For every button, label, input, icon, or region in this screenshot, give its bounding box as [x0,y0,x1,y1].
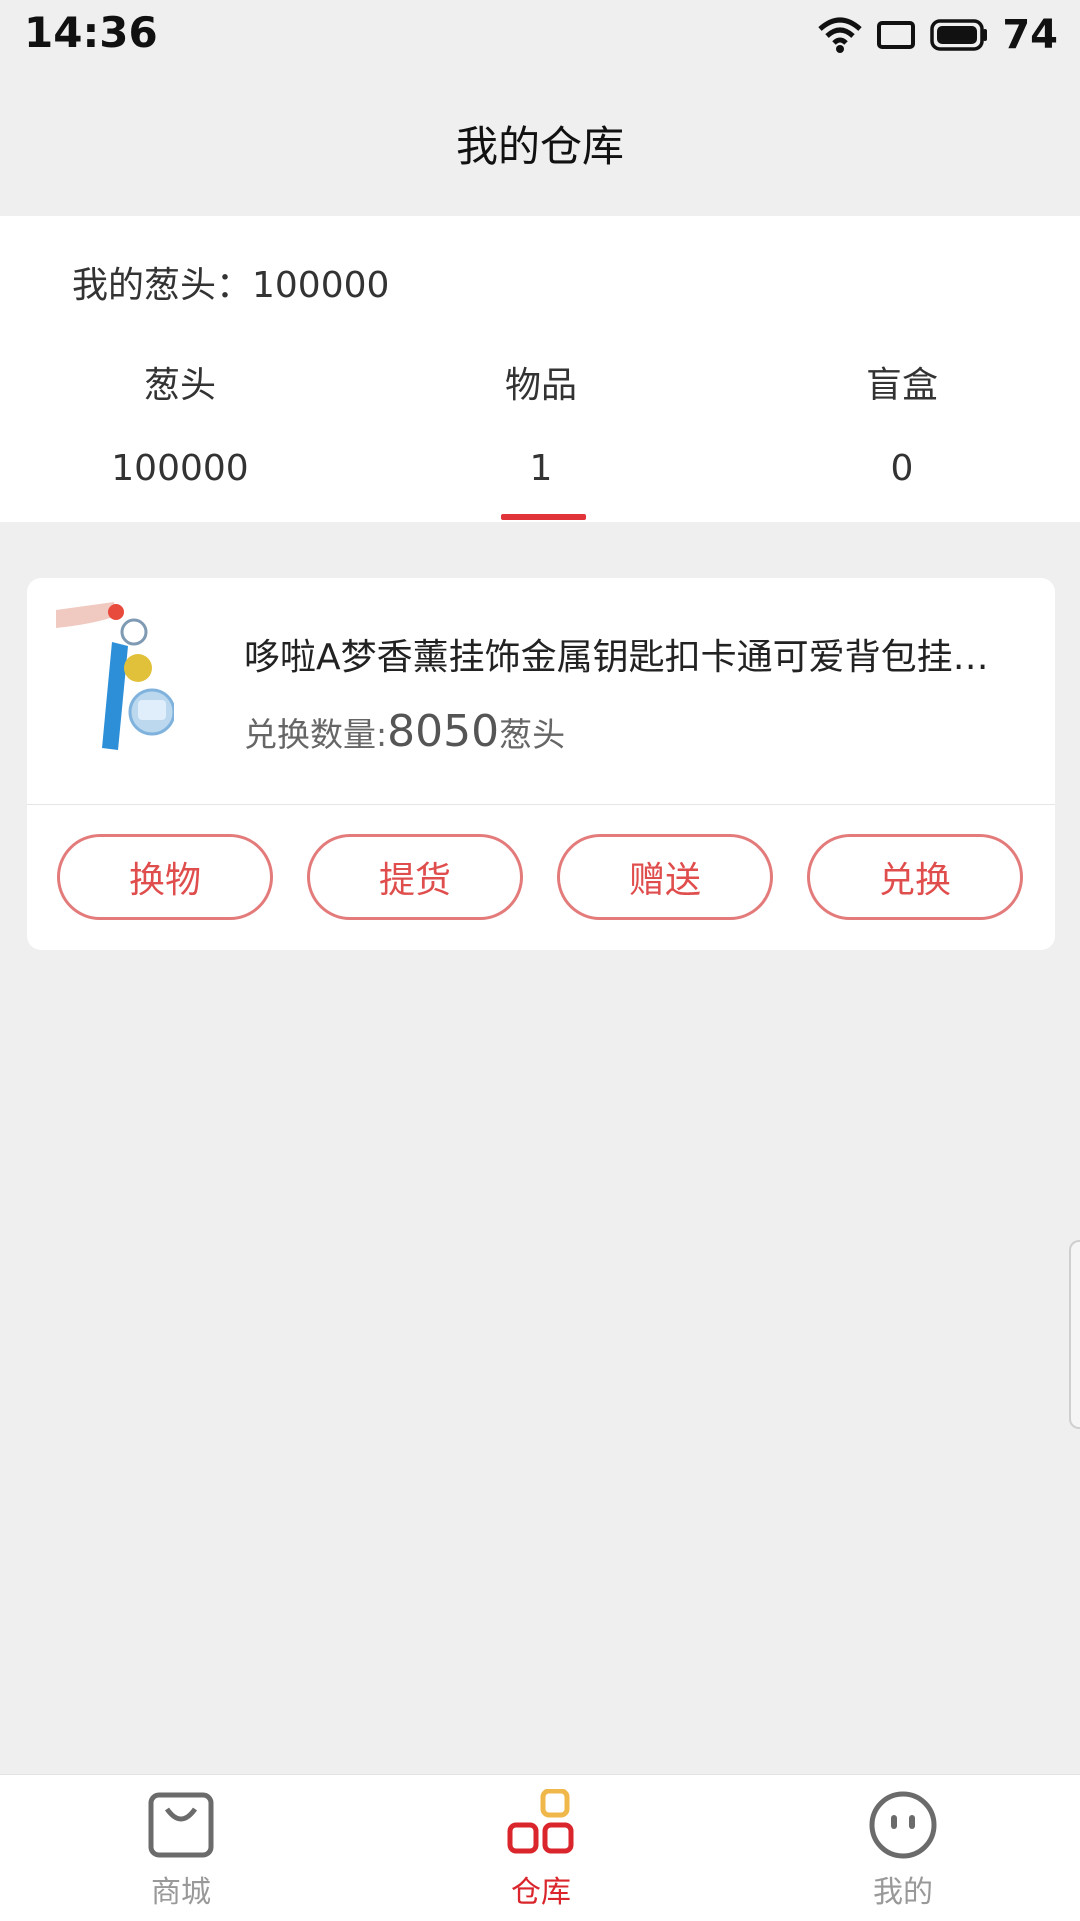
status-icons: 74 [818,10,1058,60]
screen-rotate-icon [877,21,916,49]
pickup-button[interactable]: 提货 [307,834,523,920]
item-card: 哆啦A梦香薰挂饰金属钥匙扣卡通可爱背包挂… 兑换数量:8050葱头 换物 提货 … [27,578,1055,950]
exchange-amount: 兑换数量:8050葱头 [244,706,565,757]
divider [27,804,1055,805]
tab-cong-tou[interactable]: 葱头 100000 [30,356,330,489]
page-title: 我的仓库 [455,121,624,171]
status-time: 14:36 [24,8,158,57]
wifi-icon [818,17,862,53]
action-buttons: 换物 提货 赠送 兑换 [57,834,1027,926]
status-bar: 14:36 74 [0,0,1080,70]
stat-label: 盲盒 [865,365,938,406]
stat-value: 0 [890,448,914,489]
tab-label: 商城 [151,1875,211,1910]
tab-mine[interactable]: 我的 [803,1775,1003,1921]
exchange-prefix: 兑换数量: [244,715,388,754]
tab-label: 仓库 [511,1875,571,1910]
exchange-unit: 葱头 [499,715,566,754]
bottom-tab-bar: 商城 仓库 我的 [0,1774,1080,1921]
stat-value: 100000 [111,448,249,489]
header: 我的仓库 [0,70,1080,216]
summary-panel: 我的葱头：100000 葱头 100000 物品 1 盲盒 0 [0,216,1080,522]
warehouse-blocks-icon [507,1789,574,1854]
tab-mall[interactable]: 商城 [81,1775,281,1921]
swap-button[interactable]: 换物 [57,834,273,920]
exchange-number: 8050 [387,706,500,757]
stat-label: 物品 [504,365,577,406]
tab-warehouse[interactable]: 仓库 [441,1775,641,1921]
battery-percent: 74 [1002,12,1058,58]
redeem-button[interactable]: 兑换 [807,834,1023,920]
product-image[interactable] [54,602,174,752]
active-tab-indicator [501,514,586,520]
item-title[interactable]: 哆啦A梦香薰挂饰金属钥匙扣卡通可爱背包挂… [244,628,1034,680]
side-drawer-handle[interactable] [1069,1240,1080,1429]
tab-blind-box[interactable]: 盲盒 0 [752,356,1052,489]
tab-label: 我的 [873,1875,933,1910]
smiley-face-icon [869,1791,937,1859]
stat-value: 1 [529,448,553,489]
gift-button[interactable]: 赠送 [557,834,773,920]
balance-summary: 我的葱头：100000 [72,265,390,306]
shopping-bag-icon [148,1792,214,1858]
battery-icon [930,19,988,51]
stat-label: 葱头 [143,365,216,406]
tab-items[interactable]: 物品 1 [391,356,691,489]
